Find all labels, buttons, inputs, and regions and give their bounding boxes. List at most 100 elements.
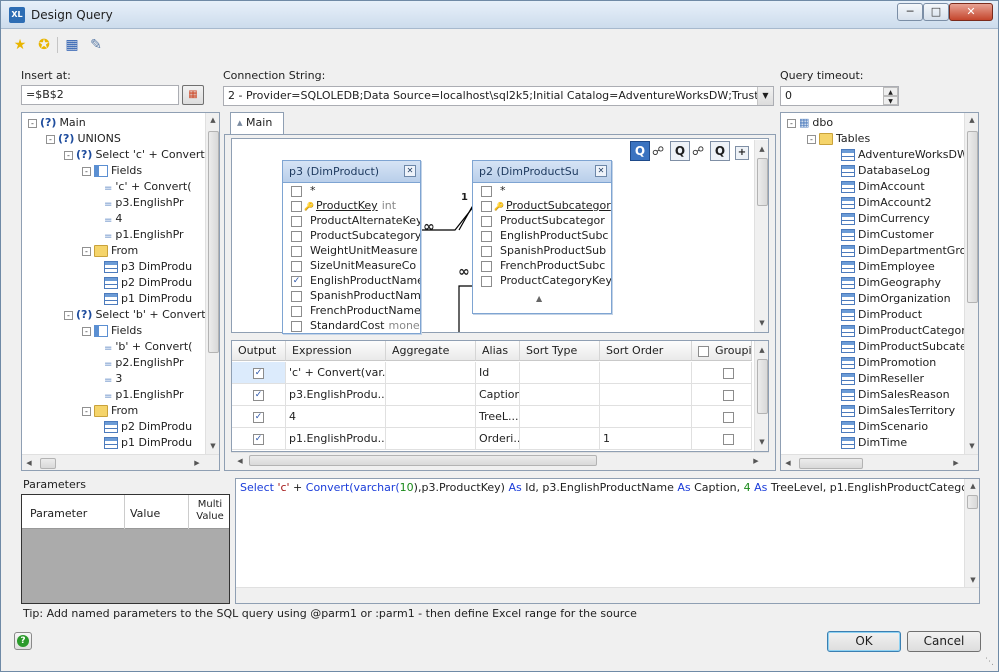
- grid-cell-sort-order[interactable]: [600, 406, 692, 428]
- grid-cell-expression[interactable]: 4: [286, 406, 386, 428]
- column-checkbox[interactable]: [291, 230, 302, 242]
- grid-cell-alias[interactable]: Orderi...: [476, 428, 520, 450]
- grid-cell-expression[interactable]: p1.EnglishProdu...: [286, 428, 386, 450]
- output-checkbox[interactable]: ✓: [253, 411, 264, 423]
- sql-text[interactable]: Select 'c' + Convert(varchar(10),p3.Prod…: [240, 481, 979, 494]
- column-row[interactable]: FrenchProductSubc: [473, 258, 611, 273]
- maximize-button[interactable]: □: [923, 3, 949, 21]
- column-row[interactable]: *: [283, 183, 420, 198]
- column-row[interactable]: ProductCategoryKey: [473, 273, 611, 288]
- hscroll-thumb[interactable]: [40, 458, 56, 469]
- scroll-left-icon[interactable]: ◀: [233, 454, 247, 468]
- column-row[interactable]: *: [473, 183, 611, 198]
- grid-column-header[interactable]: Alias: [476, 341, 520, 361]
- fields-grid[interactable]: Output Expression Aggregate Alias Sort Type S…: [231, 340, 769, 452]
- table-box-p2-header[interactable]: p2 (DimProductSu ✕: [473, 161, 611, 183]
- column-checkbox[interactable]: [291, 185, 302, 197]
- collapse-icon[interactable]: -: [82, 166, 91, 176]
- tree-node-table[interactable]: DimCustomer: [841, 227, 934, 243]
- column-checkbox[interactable]: [481, 245, 492, 257]
- tree-node-table[interactable]: DimProduct: [841, 307, 922, 323]
- tree-node-table[interactable]: DimReseller: [841, 371, 924, 387]
- scroll-down-icon[interactable]: ▼: [965, 439, 978, 453]
- grid-cell-output[interactable]: ✓: [232, 428, 286, 450]
- grid-cell-output[interactable]: ✓: [232, 384, 286, 406]
- scroll-right-icon[interactable]: ▶: [749, 454, 763, 468]
- scroll-right-icon[interactable]: ▶: [190, 456, 204, 470]
- grid-cell-alias[interactable]: Id: [476, 362, 520, 384]
- grid-cell-expression[interactable]: p3.EnglishProdu...: [286, 384, 386, 406]
- scroll-down-icon[interactable]: ▼: [755, 435, 768, 449]
- grid-cell-aggregate[interactable]: [386, 428, 476, 450]
- grid-column-header[interactable]: Groupin: [692, 341, 752, 361]
- grouping-checkbox[interactable]: [723, 411, 734, 423]
- tree-node-table[interactable]: DimProductSubcateg: [841, 339, 974, 355]
- scroll-up-icon[interactable]: ▲: [755, 343, 768, 357]
- grid-column-header[interactable]: Expression: [286, 341, 386, 361]
- grid-cell-sort-type[interactable]: [520, 406, 600, 428]
- grid-vscroll[interactable]: ▲ ▼: [754, 341, 768, 451]
- minimize-button[interactable]: ─: [897, 3, 923, 21]
- tree-node[interactable]: p3 DimProdu: [100, 259, 192, 275]
- parameter-column-header[interactable]: Parameter: [30, 507, 87, 520]
- tree-node[interactable]: ='c' + Convert(: [100, 179, 191, 195]
- column-row[interactable]: SpanishProductSub: [473, 243, 611, 258]
- column-row[interactable]: 🔑 ProductKey int: [283, 198, 420, 213]
- tree-node-table[interactable]: DimPromotion: [841, 355, 936, 371]
- column-row[interactable]: StandardCost mone: [283, 318, 420, 333]
- grouping-checkbox[interactable]: [723, 433, 734, 445]
- grid-cell-sort-type[interactable]: [520, 384, 600, 406]
- tree-node[interactable]: - Fields: [82, 323, 142, 339]
- column-row[interactable]: WeightUnitMeasure: [283, 243, 420, 258]
- tree-node[interactable]: - From: [82, 243, 138, 259]
- timeout-down-icon[interactable]: ▼: [883, 96, 898, 105]
- query-q-button-2[interactable]: Q: [670, 141, 690, 161]
- column-row[interactable]: SpanishProductNam: [283, 288, 420, 303]
- scroll-thumb[interactable]: [757, 359, 768, 414]
- grid-cell-output[interactable]: ✓: [232, 406, 286, 428]
- grid-cell-grouping[interactable]: [692, 362, 752, 384]
- tree-node[interactable]: = p3.EnglishPr: [100, 195, 184, 211]
- column-checkbox[interactable]: [291, 260, 302, 272]
- scroll-thumb[interactable]: [757, 158, 768, 206]
- tree-node[interactable]: = p2.EnglishPr: [100, 355, 184, 371]
- grid-cell-grouping[interactable]: [692, 384, 752, 406]
- query-properties-icon[interactable]: ▦: [63, 36, 81, 54]
- grid-cell-sort-type[interactable]: [520, 362, 600, 384]
- ok-button[interactable]: OK: [827, 631, 901, 652]
- grid-column-header[interactable]: Sort Order: [600, 341, 692, 361]
- scroll-down-icon[interactable]: ▼: [966, 573, 979, 587]
- tree-node-table[interactable]: DatabaseLog: [841, 163, 930, 179]
- query-q-button-3[interactable]: Q: [710, 141, 730, 161]
- column-row[interactable]: ProductSubcategory: [283, 228, 420, 243]
- database-tree-panel[interactable]: - ▦ dbo - Tables AdventureWorksDW DatabaseLo…: [780, 112, 979, 471]
- collapse-icon[interactable]: -: [46, 134, 55, 144]
- help-button[interactable]: ?: [14, 632, 32, 650]
- db-tree-hscroll[interactable]: ◀ ▶: [781, 454, 978, 470]
- close-icon[interactable]: ✕: [595, 165, 607, 177]
- grid-cell-sort-order[interactable]: [600, 384, 692, 406]
- column-row[interactable]: ProductAlternateKey: [283, 213, 420, 228]
- tree-node-table[interactable]: AdventureWorksDW: [841, 147, 968, 163]
- column-checkbox[interactable]: [291, 320, 302, 332]
- collapse-icon[interactable]: -: [64, 150, 73, 160]
- cancel-button[interactable]: Cancel: [907, 631, 981, 652]
- column-checkbox[interactable]: [291, 305, 302, 317]
- grid-cell-grouping[interactable]: [692, 406, 752, 428]
- add-query-button[interactable]: +: [735, 146, 749, 160]
- column-checkbox[interactable]: [481, 230, 492, 242]
- grouping-checkbox[interactable]: [723, 367, 734, 379]
- scroll-up-icon[interactable]: ▲: [206, 113, 219, 127]
- tree-node[interactable]: = p1.EnglishPr: [100, 387, 184, 403]
- grouping-checkbox[interactable]: [723, 389, 734, 401]
- tree-node-table[interactable]: DimAccount2: [841, 195, 932, 211]
- output-checkbox[interactable]: ✓: [253, 433, 264, 445]
- column-row[interactable]: 🔑 ProductSubcategor: [473, 198, 611, 213]
- tree-node[interactable]: p1 DimProdu: [100, 435, 192, 451]
- collapse-icon[interactable]: -: [64, 310, 73, 320]
- column-checkbox[interactable]: [481, 260, 492, 272]
- scroll-left-icon[interactable]: ◀: [781, 456, 795, 470]
- tree-node-table[interactable]: DimScenario: [841, 419, 928, 435]
- timeout-up-icon[interactable]: ▲: [883, 87, 898, 96]
- tree-node[interactable]: = p1.EnglishPr: [100, 227, 184, 243]
